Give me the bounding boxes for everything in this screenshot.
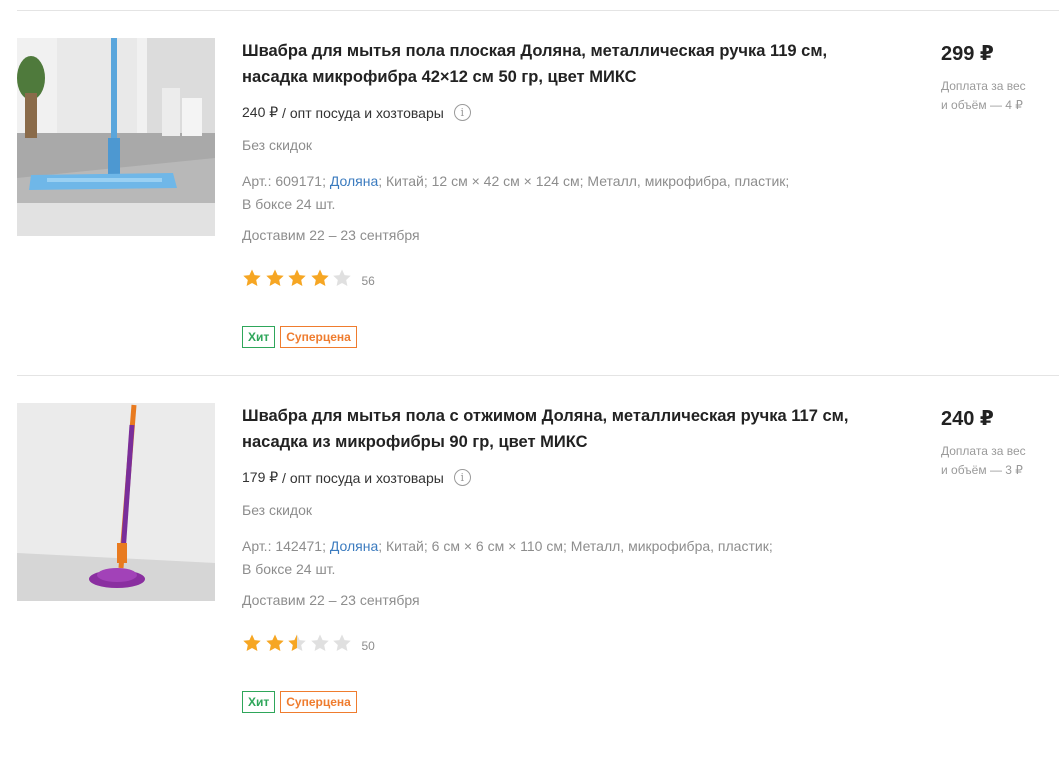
- dimensions: 6 см × 6 см × 110 см;: [431, 538, 567, 554]
- star-icon: [265, 269, 284, 286]
- discount-text: Без скидок: [242, 137, 312, 153]
- badges: Хит Суперцена: [242, 326, 362, 348]
- surcharge-line: Доплата за вес: [941, 444, 1026, 458]
- star-icon: [333, 634, 351, 651]
- product-title-line[interactable]: Швабра для мытья пола плоская Доляна, ме…: [242, 38, 862, 64]
- surcharge-line: Доплата за вес: [941, 79, 1026, 93]
- brand-link[interactable]: Доляна: [330, 538, 378, 554]
- info-icon[interactable]: i: [453, 469, 471, 486]
- star-icon: [243, 634, 261, 651]
- rating-stars: [242, 268, 355, 293]
- rating[interactable]: 56: [242, 268, 375, 293]
- article-number: Арт.: 609171;: [242, 173, 326, 189]
- materials: Металл, микрофибра, пластик;: [587, 173, 790, 189]
- discount-text: Без скидок: [242, 502, 312, 518]
- wholesale-price-label: / опт посуда и хозтовары: [282, 104, 444, 121]
- wholesale-price-value: 240 ₽: [242, 104, 279, 120]
- country: ; Китай;: [378, 538, 428, 554]
- product-divider: [17, 375, 1059, 376]
- review-count[interactable]: 50: [362, 639, 375, 653]
- product-title[interactable]: Швабра для мытья пола плоская Доляна, ме…: [242, 38, 862, 90]
- review-count[interactable]: 56: [362, 274, 375, 288]
- materials: Металл, микрофибра, пластик;: [570, 538, 773, 554]
- box-quantity: В боксе 24 шт.: [242, 561, 336, 577]
- badge-hit: Хит: [242, 691, 276, 713]
- surcharge-line: и объём — 4 ₽: [941, 98, 1023, 112]
- surcharge-note: Доплата за вес и объём — 4 ₽: [941, 77, 1051, 115]
- info-icon[interactable]: i: [453, 104, 471, 121]
- price: 299 ₽: [941, 43, 994, 65]
- twist-mop-image: [17, 403, 215, 601]
- surcharge-note: Доплата за вес и объём — 3 ₽: [941, 442, 1051, 480]
- badge-superprice: Суперцена: [280, 326, 357, 348]
- article-number: Арт.: 142471;: [242, 538, 326, 554]
- star-icon: [288, 269, 306, 286]
- box-quantity: В боксе 24 шт.: [242, 196, 336, 212]
- product-card: Швабра для мытья пола плоская Доляна, ме…: [0, 38, 1059, 398]
- product-title[interactable]: Швабра для мытья пола с отжимом Доляна, …: [242, 403, 862, 455]
- dimensions: 12 см × 42 см × 124 см;: [431, 173, 584, 189]
- country: ; Китай;: [378, 173, 428, 189]
- star-icon: [333, 269, 351, 286]
- product-title-line[interactable]: Швабра для мытья пола с отжимом Доляна, …: [242, 403, 862, 429]
- badges: Хит Суперцена: [242, 691, 362, 713]
- delivery-date: Доставим 22 – 23 сентября: [242, 592, 420, 608]
- product-attributes: Арт.: 142471; Доляна; Китай; 6 см × 6 см…: [242, 535, 862, 581]
- star-icon: [243, 269, 261, 286]
- badge-hit: Хит: [242, 326, 276, 348]
- product-image[interactable]: [17, 38, 215, 236]
- delivery-date: Доставим 22 – 23 сентября: [242, 227, 420, 243]
- star-icon: [288, 634, 306, 651]
- top-divider: [17, 10, 1059, 11]
- brand-link[interactable]: Доляна: [330, 173, 378, 189]
- product-attributes: Арт.: 609171; Доляна; Китай; 12 см × 42 …: [242, 170, 862, 216]
- rating-stars: [242, 633, 355, 658]
- price: 240 ₽: [941, 408, 994, 430]
- star-icon: [310, 269, 329, 286]
- product-image[interactable]: [17, 403, 215, 601]
- badge-superprice: Суперцена: [280, 691, 357, 713]
- wholesale-price: 179 ₽ / опт посуда и хозтовары i: [242, 469, 471, 486]
- flat-mop-image: [17, 38, 215, 236]
- product-title-line[interactable]: насадка микрофибра 42×12 см 50 гр, цвет …: [242, 64, 862, 90]
- wholesale-price-label: / опт посуда и хозтовары: [282, 469, 444, 486]
- surcharge-line: и объём — 3 ₽: [941, 463, 1023, 477]
- rating[interactable]: 50: [242, 633, 375, 658]
- product-title-line[interactable]: насадка из микрофибры 90 гр, цвет МИКС: [242, 429, 862, 455]
- star-icon: [310, 634, 329, 651]
- wholesale-price-value: 179 ₽: [242, 469, 279, 485]
- product-card: Швабра для мытья пола с отжимом Доляна, …: [0, 403, 1059, 763]
- wholesale-price: 240 ₽ / опт посуда и хозтовары i: [242, 104, 471, 121]
- star-icon: [265, 634, 284, 651]
